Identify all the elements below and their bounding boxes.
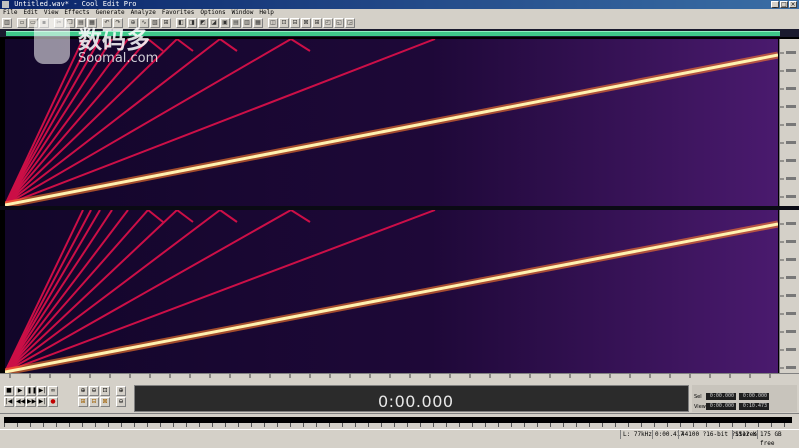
tool-icon-13[interactable]: ⊞	[312, 18, 322, 28]
time-display-panel: 0:00.000	[134, 385, 689, 412]
watermark: 数码多 Soomal.com	[34, 14, 184, 70]
new-file-icon[interactable]: ▫	[17, 18, 27, 28]
tool-icon-9[interactable]: ◫	[268, 18, 278, 28]
view-end-field[interactable]: 0:10.473	[739, 403, 769, 410]
tool-icon-3[interactable]: ◩	[198, 18, 208, 28]
tool-icon-16[interactable]: ◲	[345, 18, 355, 28]
menu-options[interactable]: Options	[197, 9, 228, 17]
vertical-zoom-buttons: ⊕ ⊖	[116, 386, 126, 407]
spectral-display[interactable]	[0, 29, 799, 373]
transport-buttons: ■ ▶ ❚❚ ▶| ∞ |◀ ◀◀ ▶▶ ▶| ●	[4, 386, 58, 407]
selection-row-label: Sel	[694, 394, 702, 400]
selection-row: Sel 0:00.000 0:00.000	[694, 393, 772, 401]
tool-icon-6[interactable]: ▤	[231, 18, 241, 28]
frequency-scale-left	[779, 39, 799, 206]
tool-icon-11[interactable]: ⊟	[290, 18, 300, 28]
scale-ticks	[780, 51, 796, 198]
go-to-start-icon[interactable]: |◀	[4, 397, 14, 407]
spectrogram-channel-right[interactable]	[5, 210, 778, 373]
zoom-full-icon[interactable]: ⊡	[100, 386, 110, 396]
zoom-out-horizontal-icon[interactable]: ⊖	[89, 386, 99, 396]
view-begin-field[interactable]: 0:00.000	[706, 403, 736, 410]
tool-icon-15[interactable]: ◱	[334, 18, 344, 28]
zoom-left-icon[interactable]: ⊟	[89, 397, 99, 407]
status-free-space: 175 GB free	[757, 430, 799, 447]
tool-icon-2[interactable]: ◨	[187, 18, 197, 28]
tool-icon-10[interactable]: ⊡	[279, 18, 289, 28]
level-meter	[0, 413, 799, 429]
frequency-scale-right	[779, 210, 799, 373]
record-icon[interactable]: ●	[48, 397, 58, 407]
status-cursor-frequency: L: 77kHz	[620, 430, 652, 439]
window-controls: _ □ ×	[771, 1, 797, 8]
zoom-selection-icon[interactable]: ⊞	[78, 397, 88, 407]
tool-icon-12[interactable]: ⊠	[301, 18, 311, 28]
zoom-out-vertical-icon[interactable]: ⊖	[116, 397, 126, 407]
zoom-in-vertical-icon[interactable]: ⊕	[116, 386, 126, 396]
scale-ticks	[780, 222, 796, 369]
view-row-label: View	[694, 404, 706, 410]
watermark-latin-text: Soomal.com	[78, 51, 159, 66]
stop-icon[interactable]: ■	[4, 386, 14, 396]
menu-help[interactable]: Help	[256, 9, 276, 17]
go-to-end-icon[interactable]: ▶|	[37, 397, 47, 407]
rewind-icon[interactable]: ◀◀	[15, 397, 25, 407]
zoom-in-horizontal-icon[interactable]: ⊕	[78, 386, 88, 396]
status-file-size: 1512 K	[732, 430, 757, 439]
watermark-chinese-text: 数码多	[78, 26, 150, 54]
window-title-bar[interactable]: Untitled.wav* - Cool Edit Pro _ □ ×	[0, 0, 799, 9]
tool-icon-14[interactable]: ◰	[323, 18, 333, 28]
transport-panel: ■ ▶ ❚❚ ▶| ∞ |◀ ◀◀ ▶▶ ▶| ● ⊕ ⊖ ⊡ ⊞ ⊟ ⊠ ⊕ …	[0, 383, 799, 413]
watermark-logo-icon	[34, 18, 70, 64]
time-display: 0:00.000	[378, 392, 454, 411]
ruler-ticks	[9, 374, 771, 378]
status-bar: L: 77kHz 0:00.417 44100 ?16-bit ?Stereo …	[0, 429, 799, 447]
multitrack-view-icon[interactable]: ▥	[2, 18, 12, 28]
fast-forward-icon[interactable]: ▶▶	[26, 397, 36, 407]
level-meter-ticks	[4, 423, 792, 427]
menu-window[interactable]: Window	[229, 9, 257, 17]
tool-icon-7[interactable]: ▥	[242, 18, 252, 28]
maximize-button[interactable]: □	[780, 1, 788, 8]
menu-file[interactable]: File	[0, 9, 20, 17]
tool-icon-4[interactable]: ◪	[209, 18, 219, 28]
tool-icon-8[interactable]: ▦	[253, 18, 263, 28]
selection-view-panel: Sel 0:00.000 0:00.000 View 0:00.000 0:10…	[692, 385, 797, 412]
app-icon	[2, 1, 9, 8]
loop-icon[interactable]: ∞	[48, 386, 58, 396]
time-ruler[interactable]	[0, 373, 799, 383]
zoom-right-icon[interactable]: ⊠	[100, 397, 110, 407]
view-row: View 0:00.000 0:10.473	[694, 403, 772, 411]
pause-icon[interactable]: ❚❚	[26, 386, 37, 396]
window-title: Untitled.wav* - Cool Edit Pro	[14, 0, 137, 8]
play-icon[interactable]: ▶	[15, 386, 25, 396]
minimize-button[interactable]: _	[771, 1, 779, 8]
tool-icon-5[interactable]: ▣	[220, 18, 230, 28]
play-to-end-icon[interactable]: ▶|	[37, 386, 47, 396]
selection-end-field[interactable]: 0:00.000	[739, 393, 769, 400]
zoom-buttons: ⊕ ⊖ ⊡ ⊞ ⊟ ⊠	[78, 386, 110, 407]
selection-begin-field[interactable]: 0:00.000	[706, 393, 736, 400]
close-button[interactable]: ×	[789, 1, 797, 8]
